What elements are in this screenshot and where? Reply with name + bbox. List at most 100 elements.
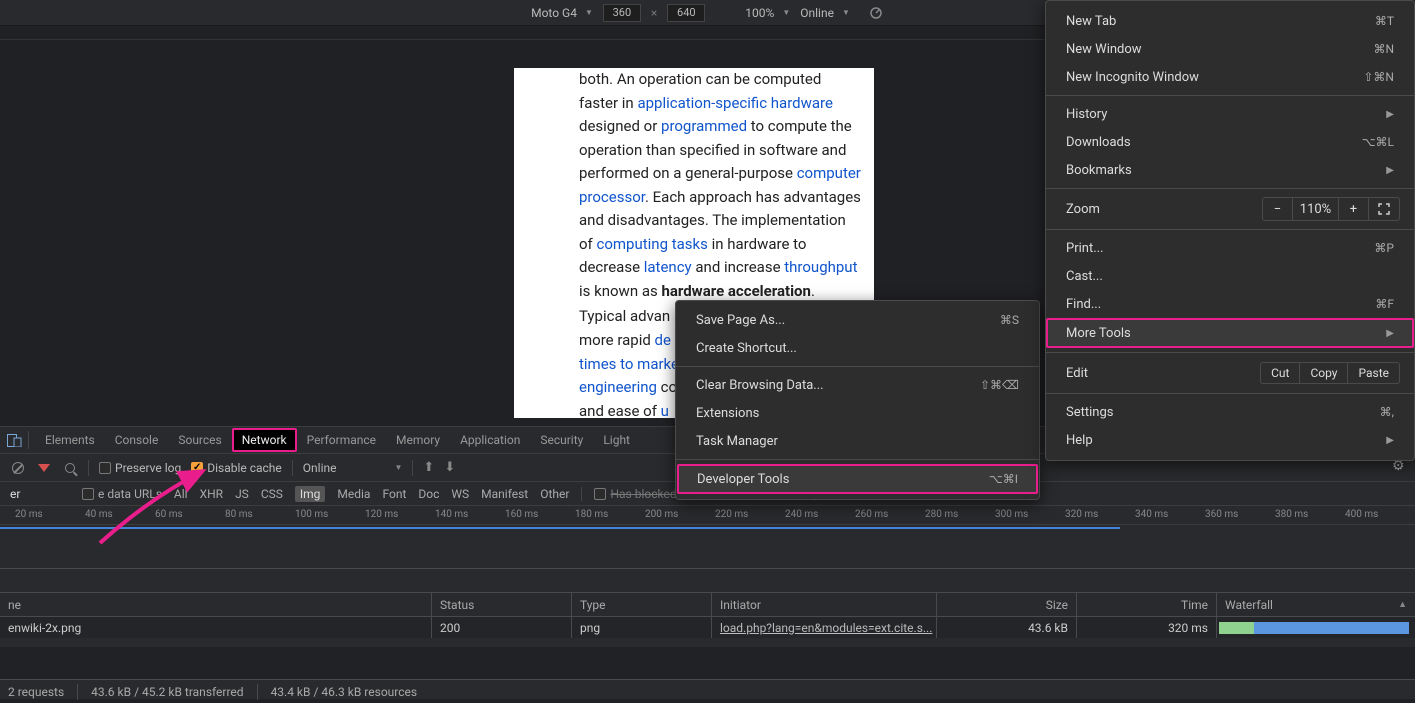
chevron-right-icon: ▶ [1386,328,1394,339]
menu-history[interactable]: History▶ [1046,100,1414,128]
timeline-tick: 140 ms [435,509,468,520]
width-input[interactable] [603,4,641,22]
link-de[interactable]: de [655,331,671,349]
col-size[interactable]: Size [937,593,1077,616]
link-programmed[interactable]: programmed [661,117,747,135]
menu-bookmarks[interactable]: Bookmarks▶ [1046,156,1414,184]
timeline-tick: 40 ms [85,509,113,520]
filter-js[interactable]: JS [235,487,249,501]
link-latency[interactable]: latency [644,258,692,276]
menu-task-manager[interactable]: Task Manager [676,427,1039,455]
menu-save-page[interactable]: Save Page As...⌘S [676,306,1039,334]
tab-console[interactable]: Console [105,427,169,454]
menu-downloads[interactable]: Downloads⌥⌘L [1046,128,1414,156]
height-input[interactable] [667,4,705,22]
link-engineering[interactable]: engineering [579,378,657,396]
filter-css[interactable]: CSS [261,487,283,501]
timeline-overview[interactable] [0,525,1415,569]
filter-media[interactable]: Media [337,487,370,501]
col-initiator[interactable]: Initiator [712,593,937,616]
menu-clear-browsing[interactable]: Clear Browsing Data...⇧⌘⌫ [676,371,1039,399]
disable-cache-checkbox[interactable]: ✓Disable cache [191,461,282,475]
menu-find[interactable]: Find...⌘F [1046,290,1414,318]
status-requests: 2 requests [0,685,64,699]
table-row[interactable]: enwiki-2x.png 200 png load.php?lang=en&m… [0,617,1415,638]
filter-manifest[interactable]: Manifest [481,487,528,501]
menu-new-tab[interactable]: New Tab⌘T [1046,7,1414,35]
link-u[interactable]: u [661,402,669,418]
menu-developer-tools[interactable]: Developer Tools⌥⌘I [677,464,1038,494]
network-table-body: enwiki-2x.png 200 png load.php?lang=en&m… [0,617,1415,647]
gear-icon[interactable] [1392,461,1405,474]
tab-application[interactable]: Application [450,427,530,454]
cut-button[interactable]: Cut [1261,363,1300,383]
hide-data-urls-checkbox[interactable]: e data URLs [82,487,162,501]
devtools-statusbar: 2 requests 43.6 kB / 45.2 kB transferred… [0,679,1415,703]
tab-memory[interactable]: Memory [386,427,450,454]
term-hardware-accel: hardware acceleration [661,282,810,300]
search-icon[interactable] [62,460,78,476]
link-throughput[interactable]: throughput [784,258,857,276]
col-status[interactable]: Status [432,593,572,616]
chevron-down-icon: ▼ [842,8,850,17]
timeline-tick: 60 ms [155,509,183,520]
col-type[interactable]: Type [572,593,712,616]
timeline-tick: 180 ms [575,509,608,520]
link-hardware[interactable]: application-specific hardware [637,94,833,112]
zoom-out-button[interactable]: − [1263,198,1293,220]
tab-network[interactable]: Network [232,428,297,452]
link-market[interactable]: times to marke [579,355,679,373]
chevron-right-icon: ▶ [1386,109,1394,120]
upload-icon[interactable]: ⬆ [423,460,434,475]
filter-icon[interactable] [36,460,52,476]
menu-new-incognito[interactable]: New Incognito Window⇧⌘N [1046,63,1414,91]
copy-button[interactable]: Copy [1300,363,1348,383]
preserve-log-checkbox[interactable]: Preserve log [99,461,181,475]
timeline-tick: 20 ms [15,509,43,520]
zoom-label: Zoom [1066,202,1100,217]
chevron-right-icon: ▶ [1386,435,1394,446]
tab-sources[interactable]: Sources [168,427,231,454]
filter-xhr[interactable]: XHR [200,487,223,501]
menu-more-tools[interactable]: More Tools▶ [1046,318,1414,348]
cell-name: enwiki-2x.png [0,617,432,638]
timeline-tick: 340 ms [1135,509,1168,520]
menu-settings[interactable]: Settings⌘, [1046,398,1414,426]
chevron-down-icon: ▼ [395,463,403,472]
col-time[interactable]: Time [1077,593,1217,616]
download-icon[interactable]: ⬇ [444,460,455,475]
timeline-tick: 260 ms [855,509,888,520]
tab-performance[interactable]: Performance [297,427,386,454]
filter-img[interactable]: Img [295,486,326,502]
throttle-select[interactable]: Online ▼ [303,461,403,475]
rotate-icon[interactable] [868,5,884,21]
filter-all[interactable]: All [174,487,188,501]
device-dropdown[interactable]: Moto G4 ▼ [531,6,593,20]
cell-type: png [572,617,712,638]
menu-extensions[interactable]: Extensions [676,399,1039,427]
fullscreen-button[interactable] [1369,198,1399,220]
zoom-dropdown[interactable]: 100% ▼ [745,6,790,20]
zoom-in-button[interactable]: + [1339,198,1369,220]
chevron-down-icon: ▼ [782,8,790,17]
menu-create-shortcut[interactable]: Create Shortcut... [676,334,1039,362]
col-waterfall[interactable]: Waterfall▲ [1217,593,1415,616]
filter-other[interactable]: Other [540,487,569,501]
throttle-dropdown[interactable]: Online ▼ [800,6,850,20]
link-computing[interactable]: computing tasks [597,235,708,253]
menu-help[interactable]: Help▶ [1046,426,1414,454]
paste-button[interactable]: Paste [1348,363,1399,383]
menu-print[interactable]: Print...⌘P [1046,234,1414,262]
filter-font[interactable]: Font [382,487,406,501]
tab-security[interactable]: Security [530,427,593,454]
tab-lighthouse[interactable]: Light [593,427,640,454]
menu-cast[interactable]: Cast... [1046,262,1414,290]
filter-ws[interactable]: WS [451,487,469,501]
device-name: Moto G4 [531,6,577,20]
stop-recording-icon[interactable] [10,460,26,476]
filter-doc[interactable]: Doc [418,487,439,501]
col-name[interactable]: ne [0,593,432,616]
toggle-device-icon[interactable] [0,434,28,447]
menu-new-window[interactable]: New Window⌘N [1046,35,1414,63]
tab-elements[interactable]: Elements [35,427,105,454]
